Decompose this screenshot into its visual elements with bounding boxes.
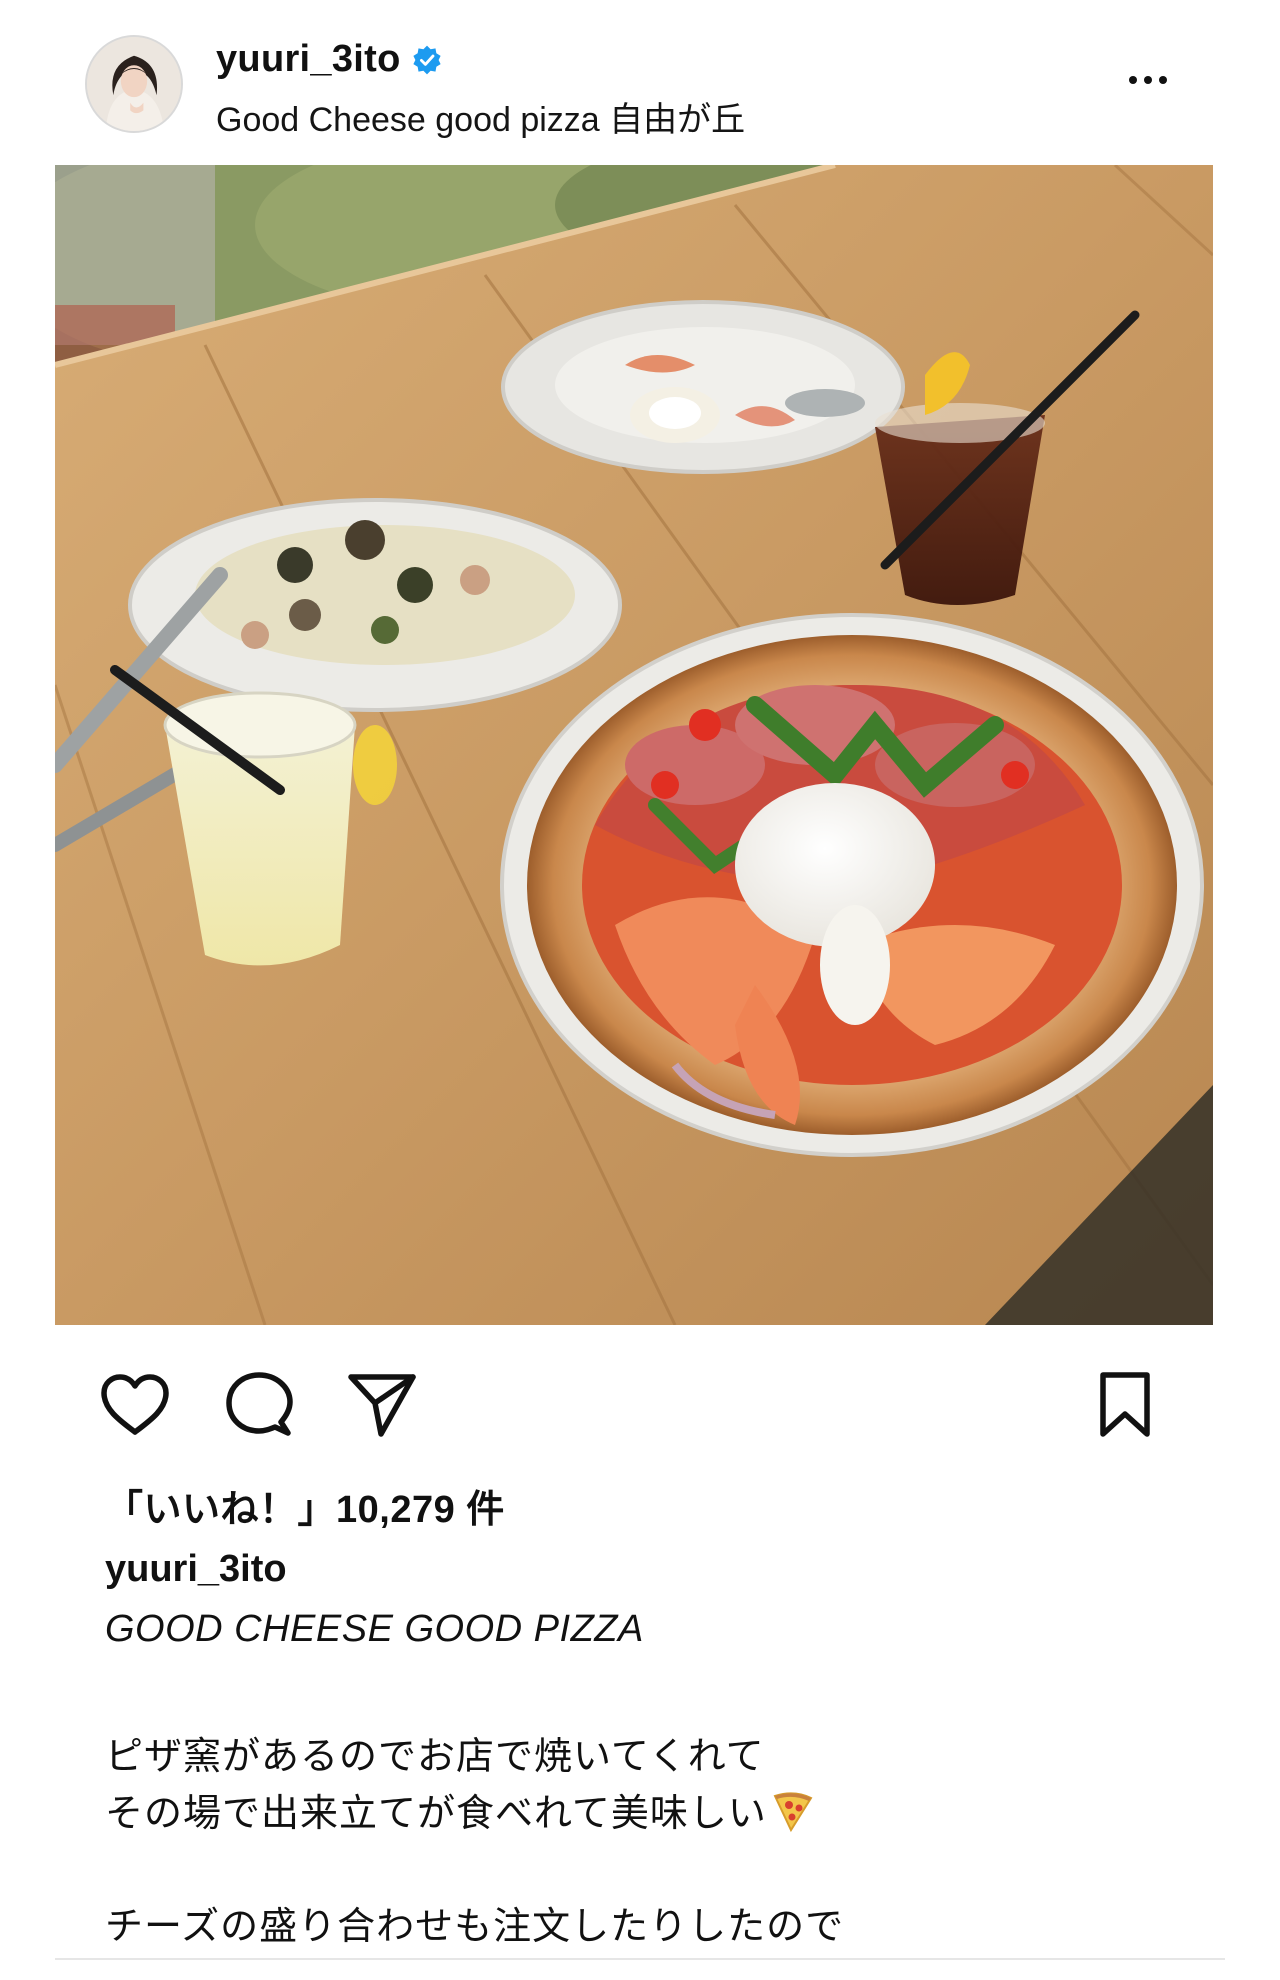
caption-username[interactable]: yuuri_3ito — [105, 1548, 287, 1591]
more-horizontal-icon — [1129, 76, 1137, 84]
pizza-emoji — [773, 1792, 813, 1833]
pizza-table-photo — [55, 165, 1213, 1325]
comment-button[interactable] — [219, 1365, 299, 1445]
more-options-button[interactable] — [1118, 60, 1178, 100]
bookmark-icon — [1100, 1372, 1150, 1437]
caption-line-3: チーズの盛り合わせも注文したりしたので — [105, 1906, 845, 1948]
caption-line-1: ピザ窯があるのでお店で焼いてくれて — [105, 1736, 765, 1778]
caption-line-2-text: その場で出来立てが食べれて美味しい — [105, 1793, 767, 1835]
verified-badge-icon — [411, 44, 443, 76]
share-button[interactable] — [342, 1365, 422, 1445]
heart-icon — [101, 1374, 169, 1435]
more-horizontal-icon — [1159, 76, 1167, 84]
likes-count[interactable]: 「いいね！」10,279 件 — [105, 1478, 505, 1533]
comment-bubble-icon — [226, 1372, 293, 1436]
more-horizontal-icon — [1144, 76, 1152, 84]
caption-title: GOOD CHEESE GOOD PIZZA — [105, 1608, 644, 1650]
avatar[interactable] — [85, 35, 183, 133]
post-username[interactable]: yuuri_3ito — [216, 38, 401, 81]
bookmark-button[interactable] — [1085, 1365, 1165, 1445]
caption-line-2: その場で出来立てが食べれて美味しい — [105, 1782, 815, 1837]
like-button[interactable] — [95, 1365, 175, 1445]
post-header: yuuri_3ito Good Cheese good pizza 自由が丘 — [0, 0, 1280, 165]
post-photo[interactable] — [55, 165, 1213, 1325]
paper-plane-icon — [348, 1374, 416, 1437]
avatar-image — [87, 37, 181, 131]
post-location[interactable]: Good Cheese good pizza 自由が丘 — [216, 92, 745, 141]
post-actions — [0, 1365, 1280, 1445]
username-row: yuuri_3ito — [216, 38, 443, 81]
divider — [55, 1958, 1225, 1960]
